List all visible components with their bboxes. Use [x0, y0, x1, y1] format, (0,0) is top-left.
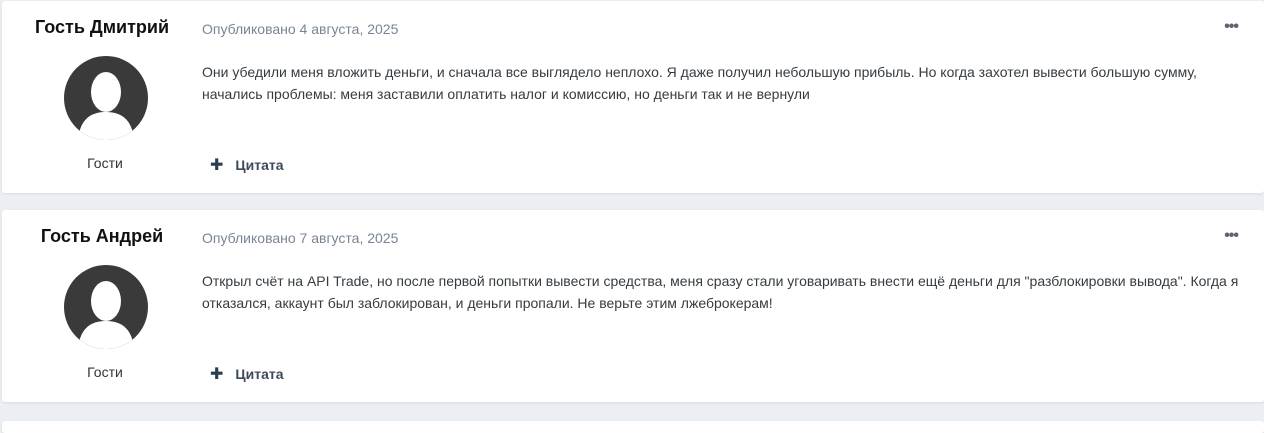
more-options-icon[interactable]: ••• — [1224, 227, 1239, 245]
author-name[interactable]: Гость Андрей — [2, 226, 202, 247]
author-name[interactable]: Гость Дмитрий — [2, 17, 202, 38]
forum-post-partial — [2, 421, 1264, 433]
user-avatar-icon[interactable] — [64, 56, 148, 140]
author-group: Гости — [87, 155, 123, 171]
quote-label: Цитата — [235, 366, 284, 382]
plus-icon: ✚ — [210, 157, 224, 174]
post-body: Они убедили меня вложить деньги, и снача… — [202, 64, 1197, 102]
user-avatar-icon[interactable] — [64, 265, 148, 349]
post-body: Открыл счёт на API Trade, но после перво… — [202, 273, 1239, 311]
quote-button[interactable]: ✚ Цитата — [210, 364, 284, 384]
post-date[interactable]: Опубликовано 7 августа, 2025 — [202, 230, 398, 246]
forum-post: Гость Дмитрий Гости Опубликовано 4 авгус… — [2, 1, 1264, 193]
quote-button[interactable]: ✚ Цитата — [210, 155, 284, 175]
author-group: Гости — [87, 364, 123, 380]
plus-icon: ✚ — [210, 366, 224, 383]
forum-post: Гость Андрей Гости Опубликовано 7 август… — [2, 210, 1264, 402]
quote-label: Цитата — [235, 157, 284, 173]
post-date[interactable]: Опубликовано 4 августа, 2025 — [202, 21, 398, 37]
more-options-icon[interactable]: ••• — [1224, 18, 1239, 36]
